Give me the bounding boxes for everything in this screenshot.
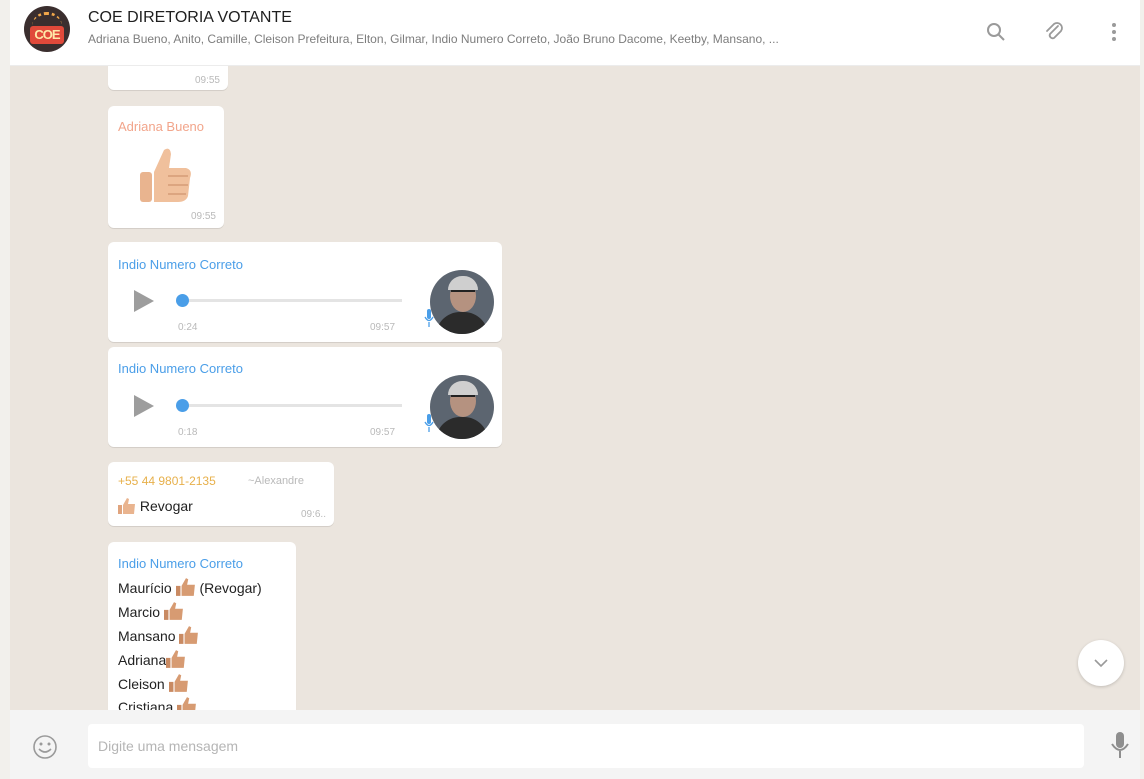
chat-title: COE DIRETORIA VOTANTE [88,9,292,26]
thumbs-up-sticker-icon [140,148,191,202]
message-push-name: ~Alexandre [248,475,304,487]
list-item-name: Cleison [118,676,165,692]
audio-duration: 0:18 [178,427,198,438]
message-time: 09:6.. [300,509,326,520]
message-input[interactable] [88,724,1084,768]
sender-avatar [430,375,494,439]
list-item-name: Marcio [118,604,161,620]
message-sender: Indio Numero Correto [118,361,243,376]
message-time: 09:55 [190,211,216,222]
list-item-note: (Revogar) [195,580,262,596]
play-icon[interactable] [134,290,154,312]
thumbs-up-icon [168,674,188,692]
chat-area[interactable]: 09:55 Adriana Bueno 09:55 Indio Numero C… [10,66,1140,710]
voice-message-bubble[interactable]: Indio Numero Correto 0:24 09:57 [108,242,502,342]
message-sender: Indio Numero Correto [118,257,243,272]
audio-progress-handle[interactable] [176,294,189,307]
list-item-name: Maurício [118,580,172,596]
group-avatar[interactable]: COE [24,6,70,52]
list-item: Adriana [118,650,186,668]
message-sender: +55 44 9801-2135 [118,474,216,488]
emoji-icon[interactable] [32,734,58,760]
group-avatar-logo-text: COE [30,26,64,44]
play-icon[interactable] [134,395,154,417]
audio-duration: 0:24 [178,322,198,333]
mic-small-icon [424,309,434,327]
list-item-name: Cristiana [118,699,174,710]
list-item: Cristiana [118,697,197,710]
logo-rays [32,12,62,26]
chat-header-info[interactable]: COE DIRETORIA VOTANTE Adriana Bueno, Ani… [88,9,968,46]
scroll-to-bottom-button[interactable] [1078,640,1124,686]
message-bubble[interactable]: Adriana Bueno 09:55 [108,106,224,228]
list-item: Cleison [118,674,189,692]
microphone-icon[interactable] [1108,730,1132,760]
thumbs-up-icon [166,650,186,668]
chat-members: Adriana Bueno, Anito, Camille, Cleison P… [88,32,779,46]
list-item: Mansano [118,626,199,644]
thumbs-up-icon [118,498,135,514]
message-bubble[interactable]: +55 44 9801-2135 ~Alexandre Revogar 09:6… [108,462,334,526]
mic-small-icon [424,414,434,432]
list-item: Marcio [118,602,184,620]
chevron-down-icon [1094,659,1108,668]
thumbs-up-icon [177,697,197,710]
thumbs-up-icon [175,578,195,596]
message-time: 09:55 [194,75,220,86]
menu-icon[interactable] [1102,20,1126,44]
search-icon[interactable] [984,20,1008,44]
message-text: Revogar [139,498,193,514]
list-item-name: Adriana [118,652,167,668]
attach-icon[interactable] [1042,20,1066,44]
message-composer [10,710,1140,779]
message-bubble[interactable]: 09:55 [108,66,228,90]
voice-message-bubble[interactable]: Indio Numero Correto 0:18 09:57 [108,347,502,447]
thumbs-up-icon [163,602,183,620]
message-sender: Indio Numero Correto [118,556,243,571]
message-sender: Adriana Bueno [118,119,205,134]
audio-progress-handle[interactable] [176,399,189,412]
chat-header: COE COE DIRETORIA VOTANTE Adriana Bueno,… [10,0,1140,66]
list-item-name: Mansano [118,628,176,644]
message-time: 09:57 [370,322,396,333]
message-bubble[interactable]: Indio Numero Correto Maurício (Revogar) … [108,542,296,710]
thumbs-up-icon [179,626,199,644]
list-item: Maurício (Revogar) [118,578,262,596]
message-time: 09:57 [370,427,396,438]
message-text-row: Revogar [118,498,193,514]
audio-progress-bar[interactable] [180,299,402,302]
sender-avatar [430,270,494,334]
audio-progress-bar[interactable] [180,404,402,407]
